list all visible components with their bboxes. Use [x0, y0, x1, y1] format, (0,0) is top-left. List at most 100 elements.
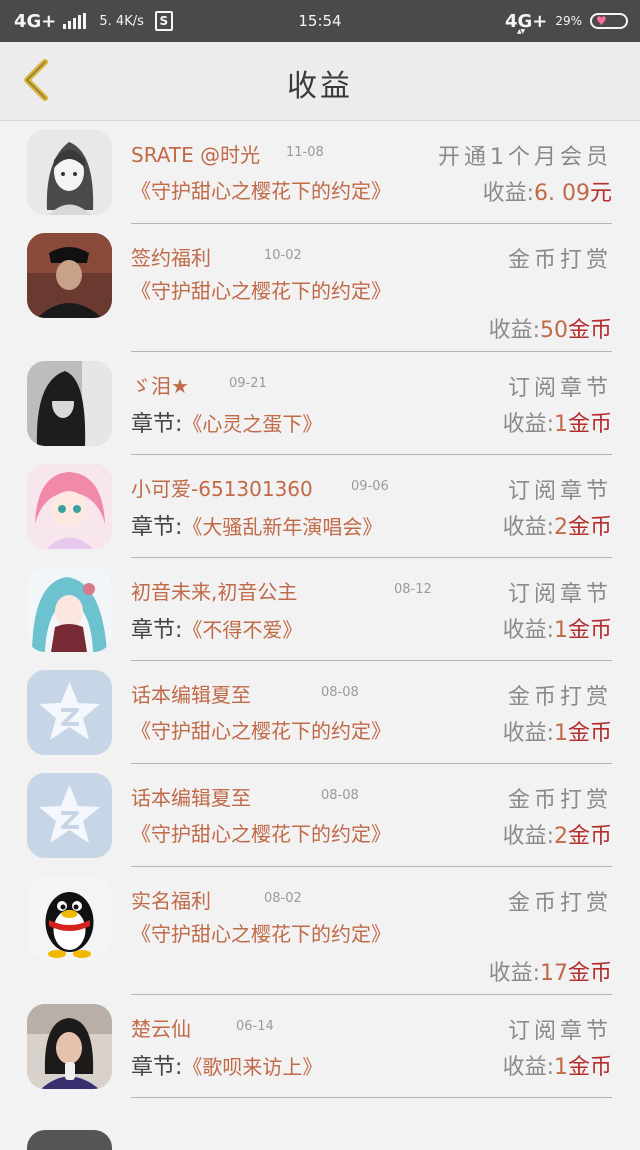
earning-label: 收益:	[488, 961, 540, 986]
signal-icon	[63, 13, 87, 29]
page-header: 收益	[0, 42, 640, 121]
list-item[interactable]: 签约福利 10-02 金币打赏 《守护甜心之樱花下的约定》 收益:50金币	[0, 224, 640, 352]
book-name: 《守护甜心之樱花下的约定》	[131, 719, 391, 743]
earning-amount: 收益:6. 09元	[483, 175, 612, 207]
earning-amount: 收益:50金币	[489, 312, 612, 344]
book-name: 《心灵之蛋下》	[182, 412, 323, 436]
earning-unit: 金币	[567, 618, 612, 643]
earning-label: 收益:	[502, 515, 554, 540]
item-date: 08-12	[394, 582, 432, 597]
list-item[interactable]: ゞ泪★ 09-21 订阅章节 章节:《心灵之蛋下》 收益:1金币	[0, 352, 640, 455]
avatar	[27, 464, 112, 549]
earning-unit: 金币	[567, 721, 612, 746]
earning-type: 订阅章节	[507, 1019, 612, 1044]
list-item-info: 话本编辑夏至 08-08 金币打赏 《守护甜心之樱花下的约定》 收益:2金币	[131, 764, 612, 867]
list-item[interactable]: 楚云仙 06-14 订阅章节 章节:《歌呗来访上》 收益:1金币	[0, 995, 640, 1098]
avatar	[27, 1004, 112, 1089]
book-name: 《歌呗来访上》	[182, 1055, 323, 1079]
item-date: 10-02	[264, 248, 302, 263]
chapter-label: 章节:	[131, 618, 183, 643]
earning-value: 1	[553, 721, 568, 746]
item-date: 09-21	[229, 376, 267, 391]
user-name: ゞ泪★	[131, 374, 189, 398]
list-item-info: 签约福利 10-02 金币打赏 《守护甜心之樱花下的约定》 收益:50金币	[131, 224, 612, 352]
list-item[interactable]: 初音未来,初音公主 08-12 订阅章节 章节:《不得不爱》 收益:1金币	[0, 558, 640, 661]
network-speed: 5. 4K/s	[99, 13, 144, 29]
earning-amount: 收益:1金币	[503, 1049, 612, 1081]
list-item[interactable]: 小可爱-651301360 09-06 订阅章节 章节:《大骚乱新年演唱会》 收…	[0, 455, 640, 558]
earning-unit: 金币	[567, 318, 612, 343]
earning-label: 收益:	[502, 412, 554, 437]
book-title: 章节:《不得不爱》	[131, 612, 302, 644]
book-title: 《守护甜心之樱花下的约定》	[131, 175, 391, 204]
earning-value: 17	[539, 961, 568, 986]
book-name: 《守护甜心之樱花下的约定》	[131, 822, 391, 846]
earning-unit: 金币	[567, 961, 612, 986]
list-item-info: 话本编辑夏至 08-08 金币打赏 《守护甜心之樱花下的约定》 收益:1金币	[131, 661, 612, 764]
earning-unit: 金币	[567, 1055, 612, 1080]
user-name: SRATE @时光	[131, 143, 261, 167]
book-title: 章节:《心灵之蛋下》	[131, 406, 322, 438]
heart-icon: ♥	[596, 14, 607, 28]
book-title: 《守护甜心之樱花下的约定》	[131, 919, 451, 950]
earning-type: 订阅章节	[507, 479, 612, 504]
battery-percent: 29%	[555, 14, 582, 28]
user-name: 楚云仙	[131, 1017, 191, 1041]
earning-unit: 金币	[567, 824, 612, 849]
earning-type: 金币打赏	[507, 788, 612, 813]
user-name: 小可爱-651301360	[131, 477, 313, 501]
chapter-label: 章节:	[131, 412, 183, 437]
list-item[interactable]: SRATE @时光 11-08 开通1个月会员 《守护甜心之樱花下的约定》 收益…	[0, 121, 640, 224]
book-name: 《大骚乱新年演唱会》	[182, 515, 383, 539]
avatar	[27, 773, 112, 858]
status-bar: 4G+ 5. 4K/s S 15:54 4G+ 29% ♥	[0, 0, 640, 42]
earning-value: 2	[553, 515, 568, 540]
earning-amount: 收益:1金币	[503, 406, 612, 438]
earning-label: 收益:	[502, 618, 554, 643]
s-app-icon: S	[154, 11, 173, 31]
earning-amount: 收益:2金币	[503, 509, 612, 541]
earning-label: 收益:	[502, 1055, 554, 1080]
item-date: 08-08	[321, 685, 359, 700]
list-item-info: 实名福利 08-02 金币打赏 《守护甜心之樱花下的约定》 收益:17金币	[131, 867, 612, 995]
avatar	[27, 876, 112, 961]
chapter-label: 章节:	[131, 1055, 183, 1080]
list-item-info: ゞ泪★ 09-21 订阅章节 章节:《心灵之蛋下》 收益:1金币	[131, 352, 612, 455]
avatar	[27, 130, 112, 215]
item-date: 11-08	[286, 145, 324, 160]
earning-value: 1	[553, 412, 568, 437]
user-name: 话本编辑夏至	[131, 683, 251, 707]
book-title: 章节:《歌呗来访上》	[131, 1049, 322, 1081]
item-date: 08-08	[321, 788, 359, 803]
network-indicator-right: 4G+	[505, 11, 547, 35]
earning-amount: 收益:2金币	[503, 818, 612, 850]
earning-amount: 收益:17金币	[489, 955, 612, 987]
earning-value: 50	[539, 318, 568, 343]
earning-label: 收益:	[502, 721, 554, 746]
book-title: 《守护甜心之樱花下的约定》	[131, 276, 451, 307]
item-date: 09-06	[351, 479, 389, 494]
earning-type: 金币打赏	[507, 248, 612, 273]
list-item-info: SRATE @时光 11-08 开通1个月会员 《守护甜心之樱花下的约定》 收益…	[131, 121, 612, 224]
user-name: 实名福利	[131, 889, 211, 913]
user-name: 话本编辑夏至	[131, 786, 251, 810]
list-item-info: 小可爱-651301360 09-06 订阅章节 章节:《大骚乱新年演唱会》 收…	[131, 455, 612, 558]
earning-label: 收益:	[502, 824, 554, 849]
earning-type: 金币打赏	[507, 891, 612, 916]
avatar	[27, 1130, 112, 1150]
item-date: 08-02	[264, 891, 302, 906]
network-indicator: 4G+	[14, 10, 57, 32]
book-name: 《守护甜心之樱花下的约定》	[131, 179, 391, 203]
earning-value: 1	[553, 618, 568, 643]
earning-unit: 金币	[567, 412, 612, 437]
avatar	[27, 361, 112, 446]
earnings-list: SRATE @时光 11-08 开通1个月会员 《守护甜心之樱花下的约定》 收益…	[0, 121, 640, 1098]
user-name: 初音未来,初音公主	[131, 580, 298, 604]
list-item[interactable]: 话本编辑夏至 08-08 金币打赏 《守护甜心之樱花下的约定》 收益:2金币	[0, 764, 640, 867]
list-item[interactable]: 实名福利 08-02 金币打赏 《守护甜心之樱花下的约定》 收益:17金币	[0, 867, 640, 995]
avatar	[27, 567, 112, 652]
earning-amount: 收益:1金币	[503, 715, 612, 747]
item-date: 06-14	[236, 1019, 274, 1034]
list-item[interactable]: 话本编辑夏至 08-08 金币打赏 《守护甜心之樱花下的约定》 收益:1金币	[0, 661, 640, 764]
page-title: 收益	[287, 69, 353, 104]
